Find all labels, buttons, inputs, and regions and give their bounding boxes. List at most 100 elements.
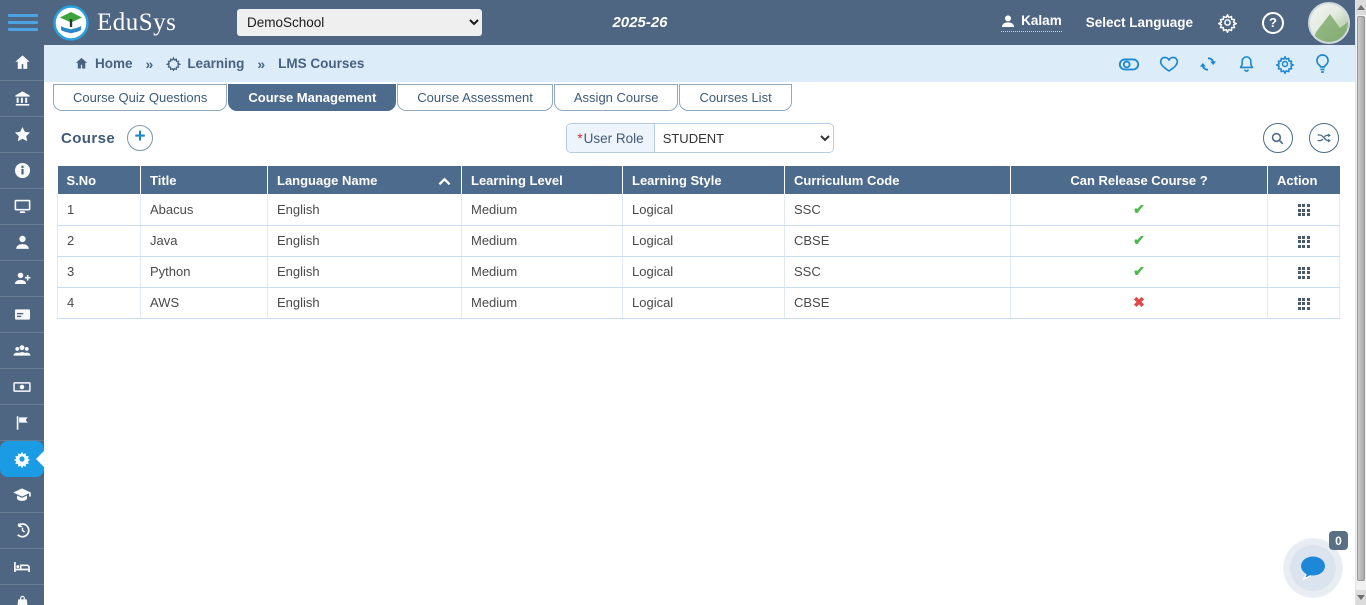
chat-bubble-icon xyxy=(1301,556,1325,581)
sidebar-item-settings[interactable] xyxy=(0,441,44,477)
course-toolbar: Course + * User Role STUDENT xyxy=(44,111,1355,159)
release-status-icon: ✖ xyxy=(1133,294,1145,310)
column-header-can-release[interactable]: Can Release Course ? xyxy=(1010,166,1268,194)
sidebar-item-history[interactable] xyxy=(0,513,44,549)
vertical-scrollbar[interactable] xyxy=(1355,0,1366,605)
brand: EduSys xyxy=(53,4,177,41)
toggle-icon[interactable] xyxy=(1118,55,1140,73)
search-button[interactable] xyxy=(1262,123,1293,153)
column-header-level[interactable]: Learning Level xyxy=(461,166,623,194)
cell-curriculum: SSC xyxy=(784,256,1011,288)
breadcrumb-separator: » xyxy=(145,55,154,72)
tab-course-management[interactable]: Course Management xyxy=(228,84,397,111)
row-actions-grid-icon[interactable] xyxy=(1297,297,1310,310)
release-status-icon: ✔ xyxy=(1133,232,1145,248)
sidebar-item-academics[interactable] xyxy=(0,477,44,513)
table-row: 3 Python English Medium Logical SSC ✔ xyxy=(57,256,1340,288)
tab-course-assessment[interactable]: Course Assessment xyxy=(397,84,553,111)
tab-assign-course[interactable]: Assign Course xyxy=(553,84,679,111)
sidebar-item-add-user[interactable] xyxy=(0,261,44,297)
sidebar-item-favorites[interactable] xyxy=(0,117,44,153)
column-header-language[interactable]: Language Name xyxy=(267,166,462,194)
breadcrumb-home[interactable]: Home xyxy=(74,56,133,71)
cell-sno: 2 xyxy=(57,225,141,257)
tab-course-quiz-questions[interactable]: Course Quiz Questions xyxy=(53,84,228,111)
breadcrumb-learning[interactable]: Learning xyxy=(166,56,244,71)
cell-style: Logical xyxy=(622,256,785,288)
sidebar-item-institution[interactable] xyxy=(0,81,44,117)
shuffle-button[interactable] xyxy=(1308,123,1339,153)
edusys-app: EduSys DemoSchool 2025-26 Kalam Select L… xyxy=(0,0,1366,605)
gear-icon xyxy=(166,56,182,71)
heart-icon[interactable] xyxy=(1159,55,1179,73)
shuffle-icon xyxy=(1317,133,1331,143)
column-header-curriculum[interactable]: Curriculum Code xyxy=(784,166,1011,194)
sidebar-item-info[interactable] xyxy=(0,153,44,189)
bulb-icon[interactable] xyxy=(1314,53,1331,74)
sidebar-item-elearning[interactable] xyxy=(0,189,44,225)
sidebar-item-fees[interactable] xyxy=(0,369,44,405)
card-icon xyxy=(14,309,30,320)
breadcrumb-bar: Home » Learning » LMS Courses xyxy=(44,45,1355,82)
refresh-icon[interactable] xyxy=(1198,54,1218,74)
cell-level: Medium xyxy=(461,194,623,226)
bed-icon xyxy=(14,561,30,572)
release-status-icon: ✔ xyxy=(1133,200,1145,217)
table-header-row: S.No Title Language Name Learning Level … xyxy=(57,166,1340,194)
chat-badge: 0 xyxy=(1329,531,1348,550)
monitor-icon xyxy=(14,199,30,213)
column-header-style[interactable]: Learning Style xyxy=(622,166,785,194)
brand-name: EduSys xyxy=(97,8,177,36)
scroll-down-button[interactable] xyxy=(1356,590,1366,605)
user-icon xyxy=(1002,14,1015,27)
sidebar-item-groups[interactable] xyxy=(0,333,44,369)
add-course-button[interactable]: + xyxy=(127,125,154,151)
home-icon xyxy=(75,57,88,69)
user-role-select[interactable]: STUDENT xyxy=(654,124,833,152)
sidebar-item-flag[interactable] xyxy=(0,405,44,441)
scroll-up-button[interactable] xyxy=(1356,0,1366,15)
user-role-filter: * User Role STUDENT xyxy=(566,123,834,153)
sidebar-item-inventory[interactable] xyxy=(0,585,44,605)
gear-icon[interactable] xyxy=(1275,54,1295,74)
row-actions-grid-icon[interactable] xyxy=(1297,266,1310,279)
money-icon xyxy=(13,381,31,392)
avatar[interactable] xyxy=(1308,1,1350,44)
cell-sno: 3 xyxy=(57,256,141,288)
user-menu[interactable]: Kalam xyxy=(1001,13,1062,32)
settings-gear-icon[interactable] xyxy=(1217,12,1238,33)
cell-language: English xyxy=(267,194,462,226)
info-icon xyxy=(14,162,30,179)
sidebar-nav xyxy=(0,45,44,605)
cell-language: English xyxy=(267,287,462,319)
column-header-sno[interactable]: S.No xyxy=(57,166,141,194)
cell-title: AWS xyxy=(140,287,268,319)
sidebar-item-id-card[interactable] xyxy=(0,297,44,333)
cell-language: English xyxy=(267,256,462,288)
release-status-icon: ✔ xyxy=(1133,263,1145,279)
table-row: 1 Abacus English Medium Logical SSC ✔ xyxy=(57,194,1340,226)
select-language-link[interactable]: Select Language xyxy=(1086,15,1193,30)
row-actions-grid-icon[interactable] xyxy=(1297,204,1310,217)
cell-style: Logical xyxy=(622,225,785,257)
search-icon xyxy=(1272,132,1284,144)
scrollbar-thumb[interactable] xyxy=(1357,16,1365,581)
cell-level: Medium xyxy=(461,225,623,257)
sidebar-item-profile[interactable] xyxy=(0,225,44,261)
cell-style: Logical xyxy=(622,287,785,319)
bell-icon[interactable] xyxy=(1237,54,1256,74)
column-header-action[interactable]: Action xyxy=(1267,166,1340,194)
history-icon xyxy=(16,522,30,538)
hamburger-menu-icon[interactable] xyxy=(8,10,38,35)
top-header: EduSys DemoSchool 2025-26 Kalam Select L… xyxy=(0,0,1366,45)
edusys-logo-icon xyxy=(53,4,89,41)
school-select[interactable]: DemoSchool xyxy=(237,9,482,36)
flag-icon xyxy=(16,415,28,430)
sidebar-item-hostel[interactable] xyxy=(0,549,44,585)
sidebar-item-home[interactable] xyxy=(0,45,44,81)
tab-courses-list[interactable]: Courses List xyxy=(679,84,792,111)
row-actions-grid-icon[interactable] xyxy=(1297,235,1310,248)
help-icon[interactable]: ? xyxy=(1262,11,1284,34)
breadcrumb: Home » Learning » LMS Courses xyxy=(74,56,364,72)
column-header-title[interactable]: Title xyxy=(140,166,268,194)
